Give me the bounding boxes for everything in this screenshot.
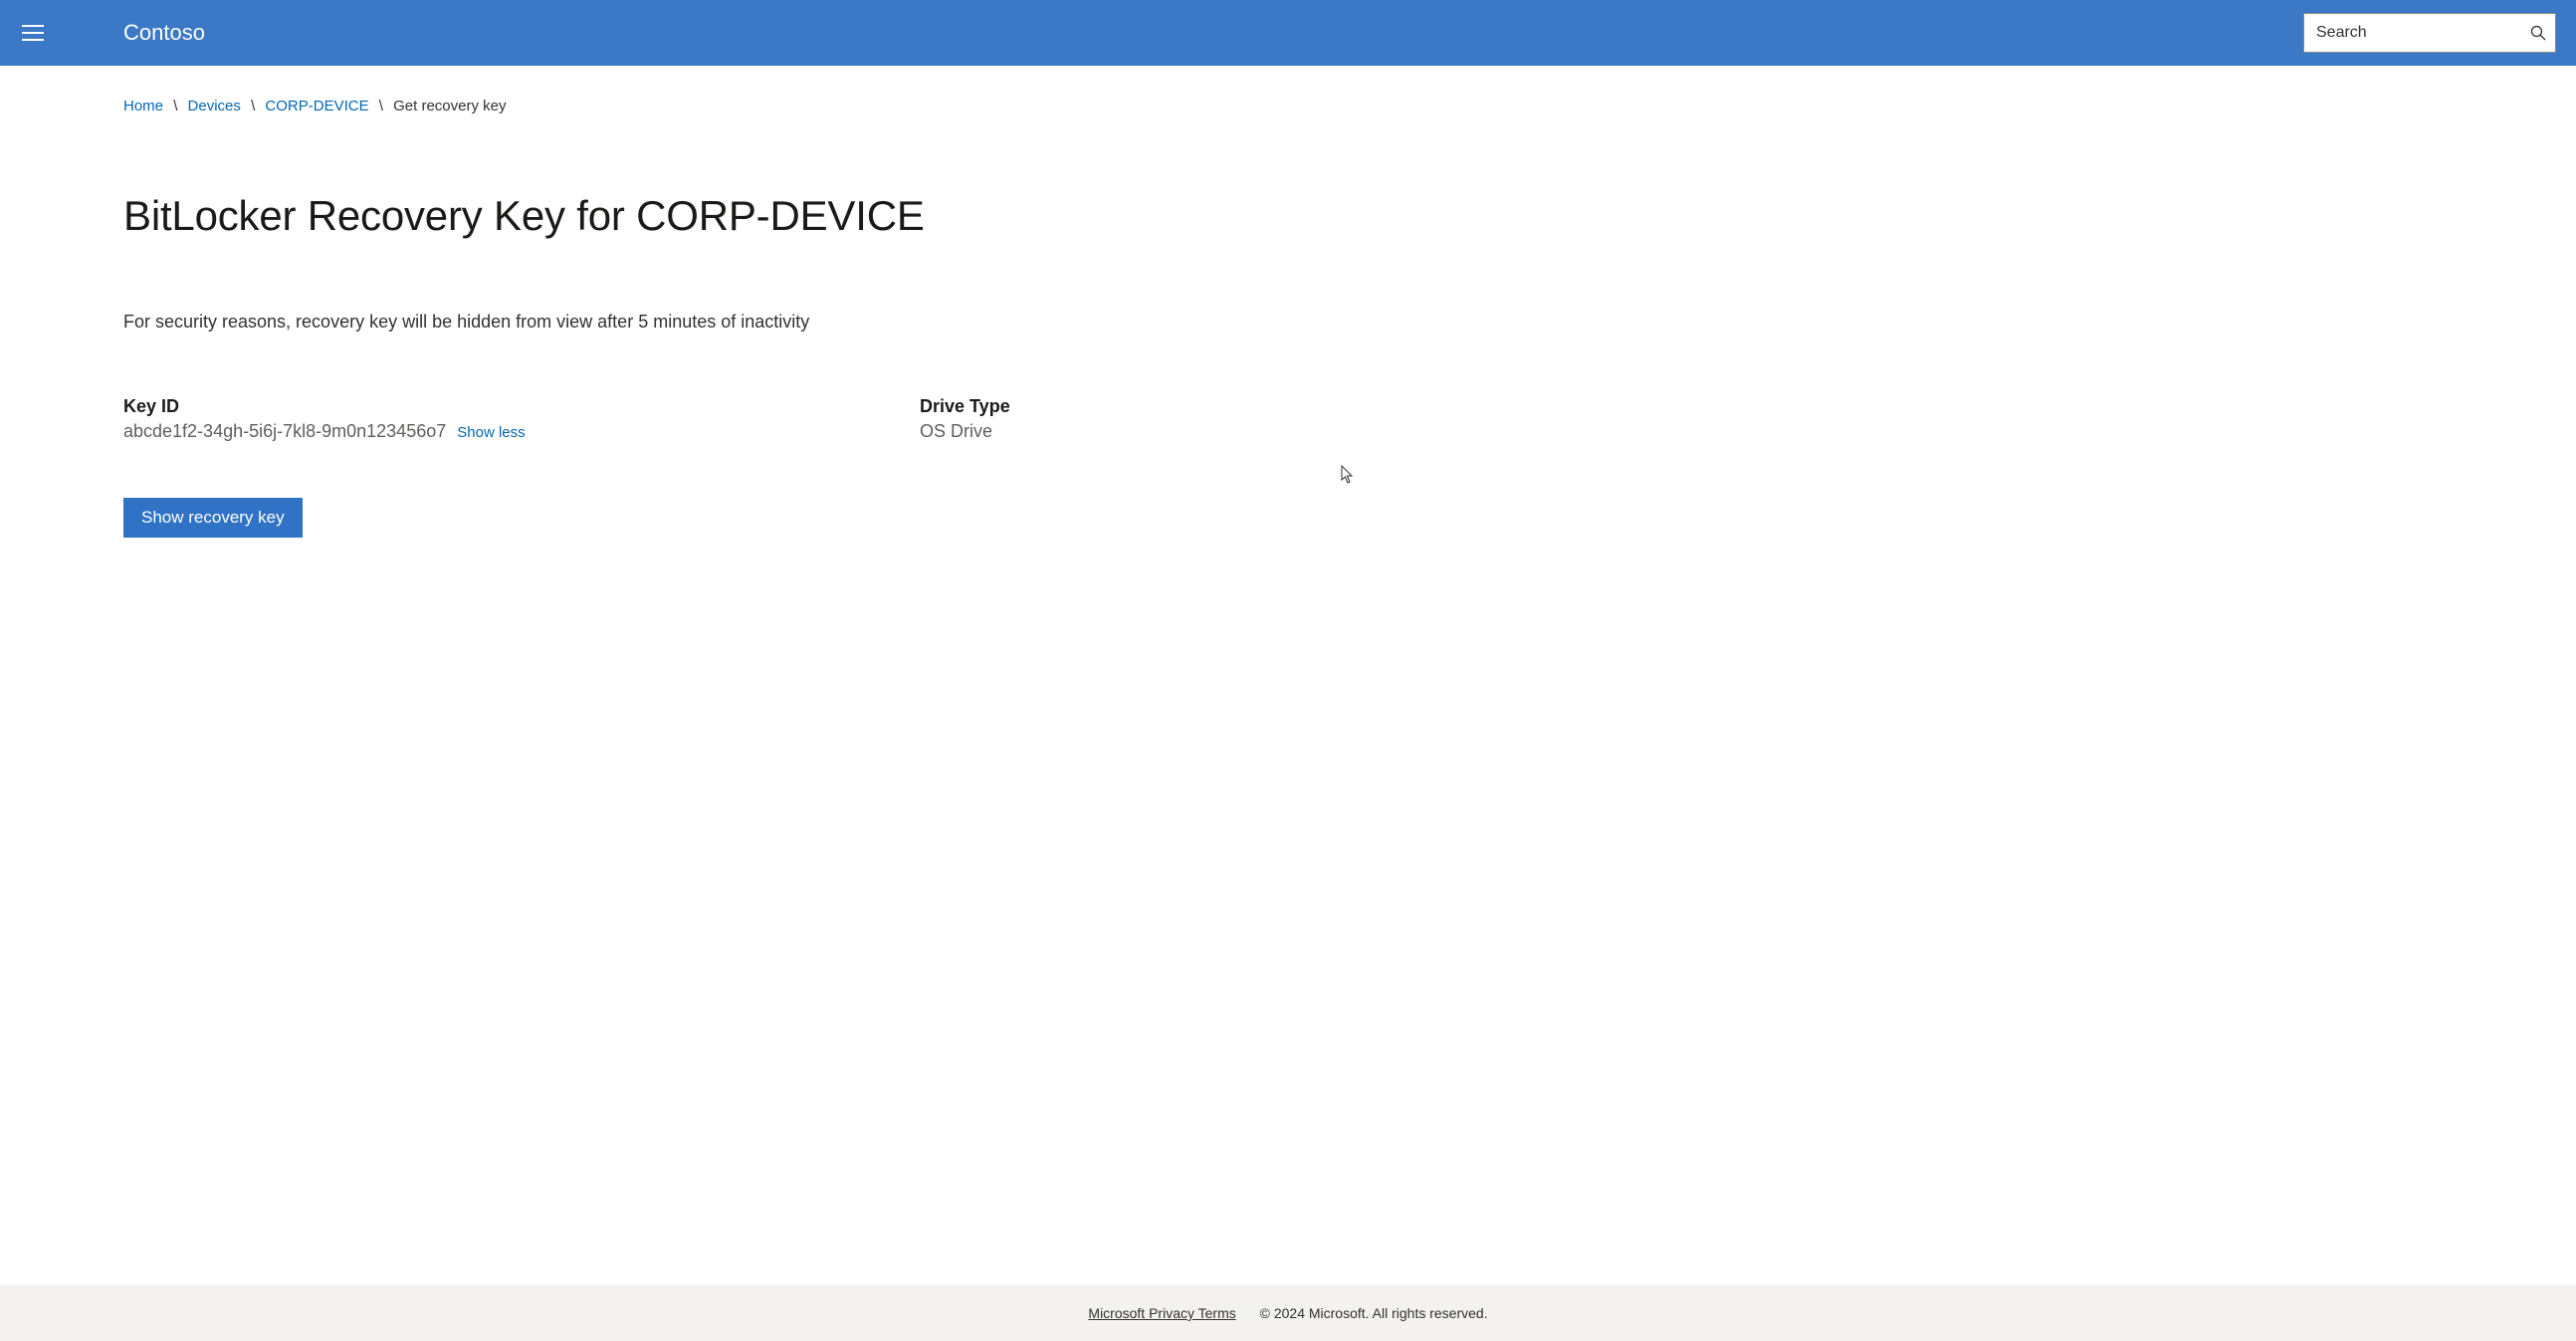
drive-type-value: OS Drive bbox=[920, 421, 1218, 442]
drive-type-section: Drive Type OS Drive bbox=[920, 396, 1218, 442]
key-id-label: Key ID bbox=[123, 396, 880, 417]
page-title: BitLocker Recovery Key for CORP-DEVICE bbox=[123, 192, 2453, 240]
breadcrumb-separator: \ bbox=[379, 98, 383, 114]
footer: Microsoft Privacy Terms © 2024 Microsoft… bbox=[0, 1285, 2576, 1341]
show-recovery-key-button[interactable]: Show recovery key bbox=[123, 498, 303, 538]
search-container bbox=[2303, 13, 2556, 53]
key-id-section: Key ID abcde1f2-34gh-5i6j-7kl8-9m0n12345… bbox=[123, 396, 880, 442]
breadcrumb-separator: \ bbox=[251, 98, 255, 114]
main-container: Home \ Devices \ CORP-DEVICE \ Get recov… bbox=[0, 66, 2576, 538]
hamburger-icon bbox=[22, 24, 44, 42]
breadcrumb-home[interactable]: Home bbox=[123, 98, 163, 114]
breadcrumb-current: Get recovery key bbox=[393, 98, 506, 114]
security-note: For security reasons, recovery key will … bbox=[123, 312, 2453, 333]
show-less-link[interactable]: Show less bbox=[457, 424, 525, 441]
drive-type-label: Drive Type bbox=[920, 396, 1218, 417]
privacy-terms-link[interactable]: Microsoft Privacy Terms bbox=[1088, 1305, 1235, 1321]
breadcrumb-separator: \ bbox=[173, 98, 177, 114]
breadcrumb-device-name[interactable]: CORP-DEVICE bbox=[265, 98, 368, 114]
breadcrumb: Home \ Devices \ CORP-DEVICE \ Get recov… bbox=[123, 66, 2453, 114]
info-row: Key ID abcde1f2-34gh-5i6j-7kl8-9m0n12345… bbox=[123, 396, 2453, 442]
breadcrumb-devices[interactable]: Devices bbox=[188, 98, 241, 114]
copyright-text: © 2024 Microsoft. All rights reserved. bbox=[1260, 1305, 1488, 1321]
search-input[interactable] bbox=[2303, 13, 2556, 53]
key-id-value: abcde1f2-34gh-5i6j-7kl8-9m0n123456o7 bbox=[123, 421, 446, 441]
hamburger-menu[interactable] bbox=[0, 0, 66, 66]
key-id-value-row: abcde1f2-34gh-5i6j-7kl8-9m0n123456o7 Sho… bbox=[123, 421, 880, 442]
brand-name[interactable]: Contoso bbox=[123, 20, 205, 46]
header: Contoso bbox=[0, 0, 2576, 66]
